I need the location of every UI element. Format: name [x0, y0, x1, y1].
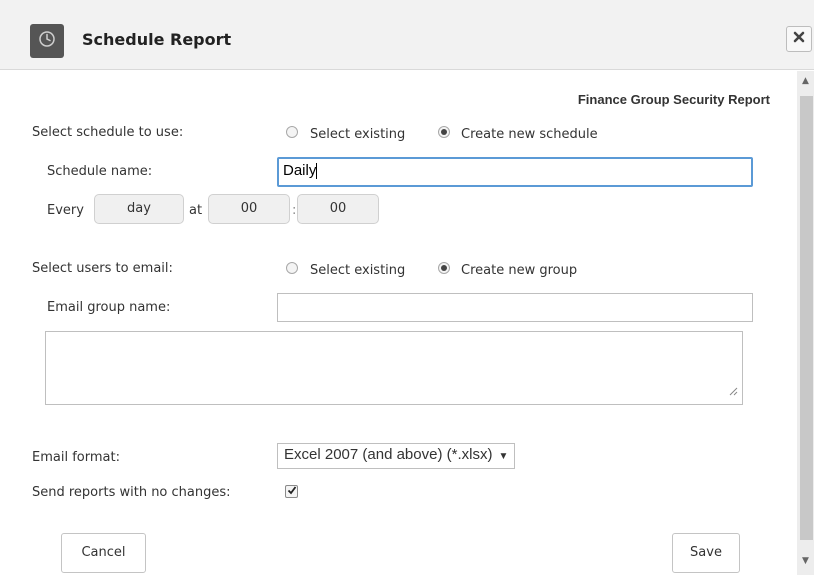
hour-select[interactable]: 00: [208, 194, 290, 224]
report-name: Finance Group Security Report: [577, 92, 770, 107]
email-group-name-label: Email group name:: [47, 300, 171, 315]
checkmark-icon: [287, 484, 297, 499]
schedule-new-radio[interactable]: [438, 126, 450, 138]
chevron-down-icon: ▼: [498, 451, 509, 462]
email-format-label: Email format:: [32, 450, 120, 465]
radio-selected-dot: [441, 129, 447, 135]
save-button[interactable]: Save: [672, 533, 740, 573]
no-changes-label: Send reports with no changes:: [32, 485, 231, 500]
email-format-select[interactable]: Excel 2007 (and above) (*.xlsx) ▼: [277, 443, 516, 469]
close-icon: [793, 31, 805, 47]
users-existing-label[interactable]: Select existing: [310, 263, 405, 278]
schedule-name-input[interactable]: Daily: [277, 157, 753, 187]
email-format-value: Excel 2007 (and above) (*.xlsx): [284, 446, 493, 463]
scrollbar-thumb[interactable]: [800, 96, 813, 540]
users-label: Select users to email:: [32, 261, 173, 276]
every-label: Every: [47, 203, 84, 218]
users-new-label[interactable]: Create new group: [461, 263, 577, 278]
schedule-existing-label[interactable]: Select existing: [310, 127, 405, 142]
scroll-up-icon[interactable]: ▲: [797, 76, 814, 86]
resize-grip-icon[interactable]: [729, 385, 738, 400]
dialog-title: Schedule Report: [82, 30, 232, 49]
time-separator: :: [292, 203, 297, 218]
schedule-new-label[interactable]: Create new schedule: [461, 127, 598, 142]
schedule-existing-radio[interactable]: [286, 126, 298, 138]
text-cursor: [316, 163, 318, 180]
radio-selected-dot: [441, 265, 447, 271]
schedule-label: Select schedule to use:: [32, 125, 184, 140]
email-group-name-input[interactable]: [277, 293, 753, 322]
schedule-name-label: Schedule name:: [47, 164, 153, 179]
close-button[interactable]: [786, 26, 812, 52]
cancel-button[interactable]: Cancel: [61, 533, 146, 573]
at-label: at: [189, 203, 203, 218]
scroll-down-icon[interactable]: ▼: [797, 556, 814, 566]
period-select[interactable]: day: [94, 194, 184, 224]
no-changes-checkbox[interactable]: [285, 485, 298, 498]
clock-icon: [38, 30, 56, 52]
minute-select[interactable]: 00: [297, 194, 379, 224]
users-new-radio[interactable]: [438, 262, 450, 274]
email-list-textarea[interactable]: [45, 331, 743, 405]
schedule-name-value: Daily: [283, 162, 317, 179]
users-existing-radio[interactable]: [286, 262, 298, 274]
header-icon-box: [30, 24, 64, 58]
